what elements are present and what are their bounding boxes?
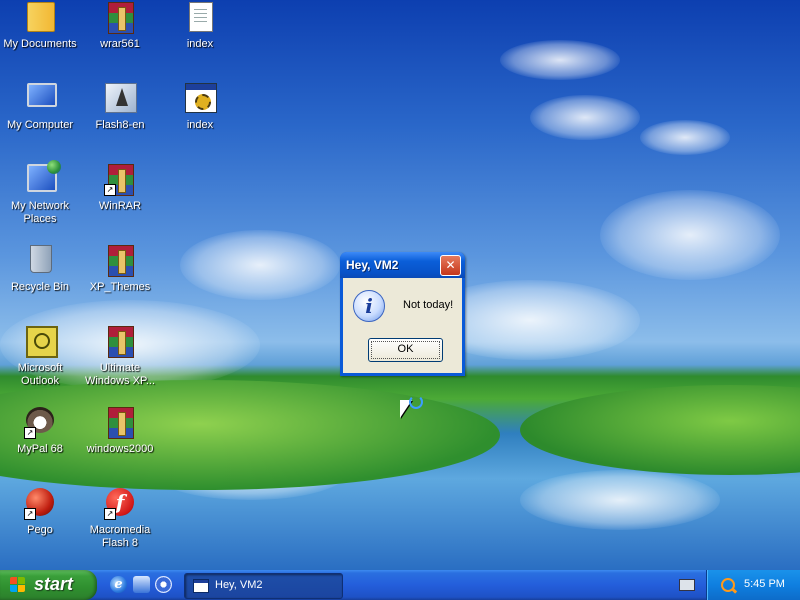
internet-explorer-icon[interactable]: e: [110, 576, 127, 593]
desktop-icon-macromedia-flash-8[interactable]: f ↗ Macromedia Flash 8: [80, 488, 160, 550]
desktop-icon-recycle-bin[interactable]: Recycle Bin: [0, 245, 80, 294]
dialog-message: Not today!: [403, 299, 454, 311]
winrar-archive-icon: [104, 407, 136, 439]
shortcut-arrow-icon: ↗: [24, 508, 36, 520]
desktop-icon-label: wrar561: [100, 38, 140, 50]
desktop-icon-label: Macromedia Flash 8: [89, 524, 151, 549]
cloud: [180, 230, 340, 300]
winrar-archive-icon: [104, 245, 136, 277]
cloud: [600, 190, 780, 280]
dialog-title: Hey, VM2: [346, 258, 399, 272]
shortcut-arrow-icon: ↗: [104, 184, 116, 196]
taskbar-window-label: Hey, VM2: [215, 579, 263, 591]
winrar-archive-icon: [104, 2, 136, 34]
installer-icon: [104, 83, 137, 115]
desktop-icon-label: WinRAR: [98, 200, 142, 212]
clock[interactable]: 5:45 PM: [744, 578, 785, 590]
mypal-icon: ↗: [24, 407, 56, 439]
desktop-icon-my-documents[interactable]: My Documents: [0, 2, 80, 51]
text-document-icon: [184, 2, 216, 34]
shortcut-arrow-icon: ↗: [24, 427, 36, 439]
search-icon[interactable]: [721, 578, 735, 592]
desktop-icon-my-network-places[interactable]: My Network Places: [0, 160, 80, 226]
desktop-icon-label: My Network Places: [10, 200, 70, 225]
desktop-icon-label: My Computer: [6, 119, 74, 131]
outlook-icon: [24, 326, 58, 358]
desktop-icon-flash8-en[interactable]: Flash8-en: [80, 83, 160, 132]
desktop-icon-xp-themes[interactable]: XP_Themes: [80, 245, 160, 294]
start-label: start: [34, 574, 74, 594]
ok-button[interactable]: OK: [368, 338, 443, 362]
desktop-icon-microsoft-outlook[interactable]: Microsoft Outlook: [0, 326, 80, 388]
desktop-icon-label: Recycle Bin: [10, 281, 70, 293]
network-places-icon: [24, 160, 61, 196]
desktop-icon-label: Microsoft Outlook: [17, 362, 63, 387]
desktop-icon-wrar561[interactable]: wrar561: [80, 2, 160, 51]
winrar-shortcut-icon: ↗: [104, 164, 136, 196]
flash-icon: f ↗: [104, 488, 136, 520]
hill: [520, 385, 800, 475]
cloud: [640, 120, 730, 155]
cloud: [520, 470, 720, 530]
system-tray: 5:45 PM: [706, 570, 800, 600]
dialog-close-button[interactable]: ✕: [440, 255, 461, 276]
desktop-icon-label: Ultimate Windows XP...: [84, 362, 156, 387]
desktop-icon-label: index: [186, 38, 214, 50]
windows-logo-icon: [10, 577, 26, 593]
taskbar-window-button[interactable]: Hey, VM2: [184, 573, 343, 599]
cloud: [500, 40, 620, 80]
desktop-icon-label: index: [186, 119, 214, 131]
window-icon: [193, 579, 209, 593]
desktop-icon-index-text[interactable]: index: [160, 2, 240, 51]
desktop-icon-windows2000[interactable]: windows2000: [80, 407, 160, 456]
pego-icon: ↗: [24, 488, 56, 520]
dialog-title-bar[interactable]: Hey, VM2 ✕: [340, 252, 465, 278]
desktop: My Documents wrar561 index My Computer F…: [0, 0, 800, 570]
media-player-icon[interactable]: [155, 576, 172, 593]
desktop-icon-label: MyPal 68: [17, 443, 63, 455]
dialog-body: i Not today! OK: [343, 278, 462, 373]
folder-icon: [24, 2, 56, 34]
desktop-icon-label: Pego: [27, 524, 53, 536]
recycle-bin-icon: [24, 245, 56, 277]
desktop-icon-label: My Documents: [3, 38, 77, 50]
information-icon: i: [353, 290, 385, 322]
message-dialog: Hey, VM2 ✕ i Not today! OK: [340, 252, 465, 376]
desktop-icon-ultimate-windows-xp[interactable]: Ultimate Windows XP...: [80, 326, 160, 388]
desktop-icon-mypal-68[interactable]: ↗ MyPal 68: [0, 407, 80, 456]
desktop-icon-label: XP_Themes: [89, 281, 151, 293]
taskbar: start e Hey, VM2 5:45 PM: [0, 570, 800, 600]
start-button[interactable]: start: [0, 570, 97, 600]
desktop-icon-pego[interactable]: ↗ Pego: [0, 488, 80, 537]
show-desktop-icon[interactable]: [133, 576, 150, 593]
desktop-icon-winrar[interactable]: ↗ WinRAR: [80, 164, 160, 213]
shortcut-arrow-icon: ↗: [104, 508, 116, 520]
desktop-icon-my-computer[interactable]: My Computer: [0, 83, 80, 132]
cloud: [530, 95, 640, 140]
desktop-icon-index-setup[interactable]: index: [160, 83, 240, 132]
desktop-icon-label: windows2000: [86, 443, 154, 455]
desktop-icon-label: Flash8-en: [95, 119, 145, 131]
busy-spinner: [409, 395, 423, 409]
winrar-archive-icon: [104, 326, 136, 358]
keyboard-icon[interactable]: [679, 579, 695, 591]
computer-icon: [24, 83, 57, 115]
setup-window-icon: [184, 83, 217, 115]
